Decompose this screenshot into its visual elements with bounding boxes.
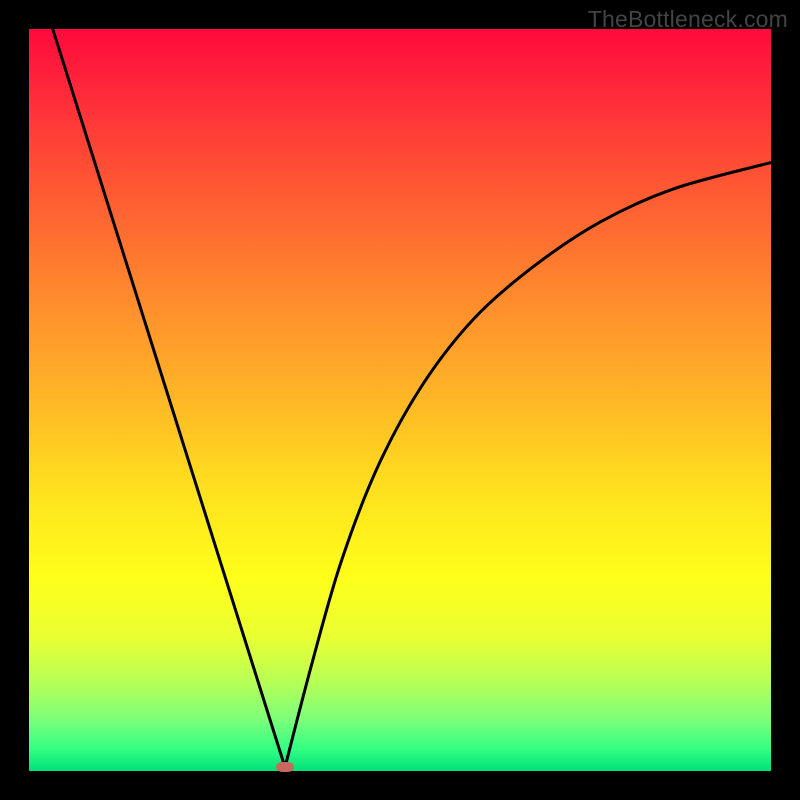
chart-plot-area (29, 29, 771, 771)
watermark-text: TheBottleneck.com (588, 6, 788, 33)
chart-frame: TheBottleneck.com (0, 0, 800, 800)
chart-marker (276, 762, 294, 772)
curve-path (53, 29, 771, 767)
chart-curve (29, 29, 771, 771)
